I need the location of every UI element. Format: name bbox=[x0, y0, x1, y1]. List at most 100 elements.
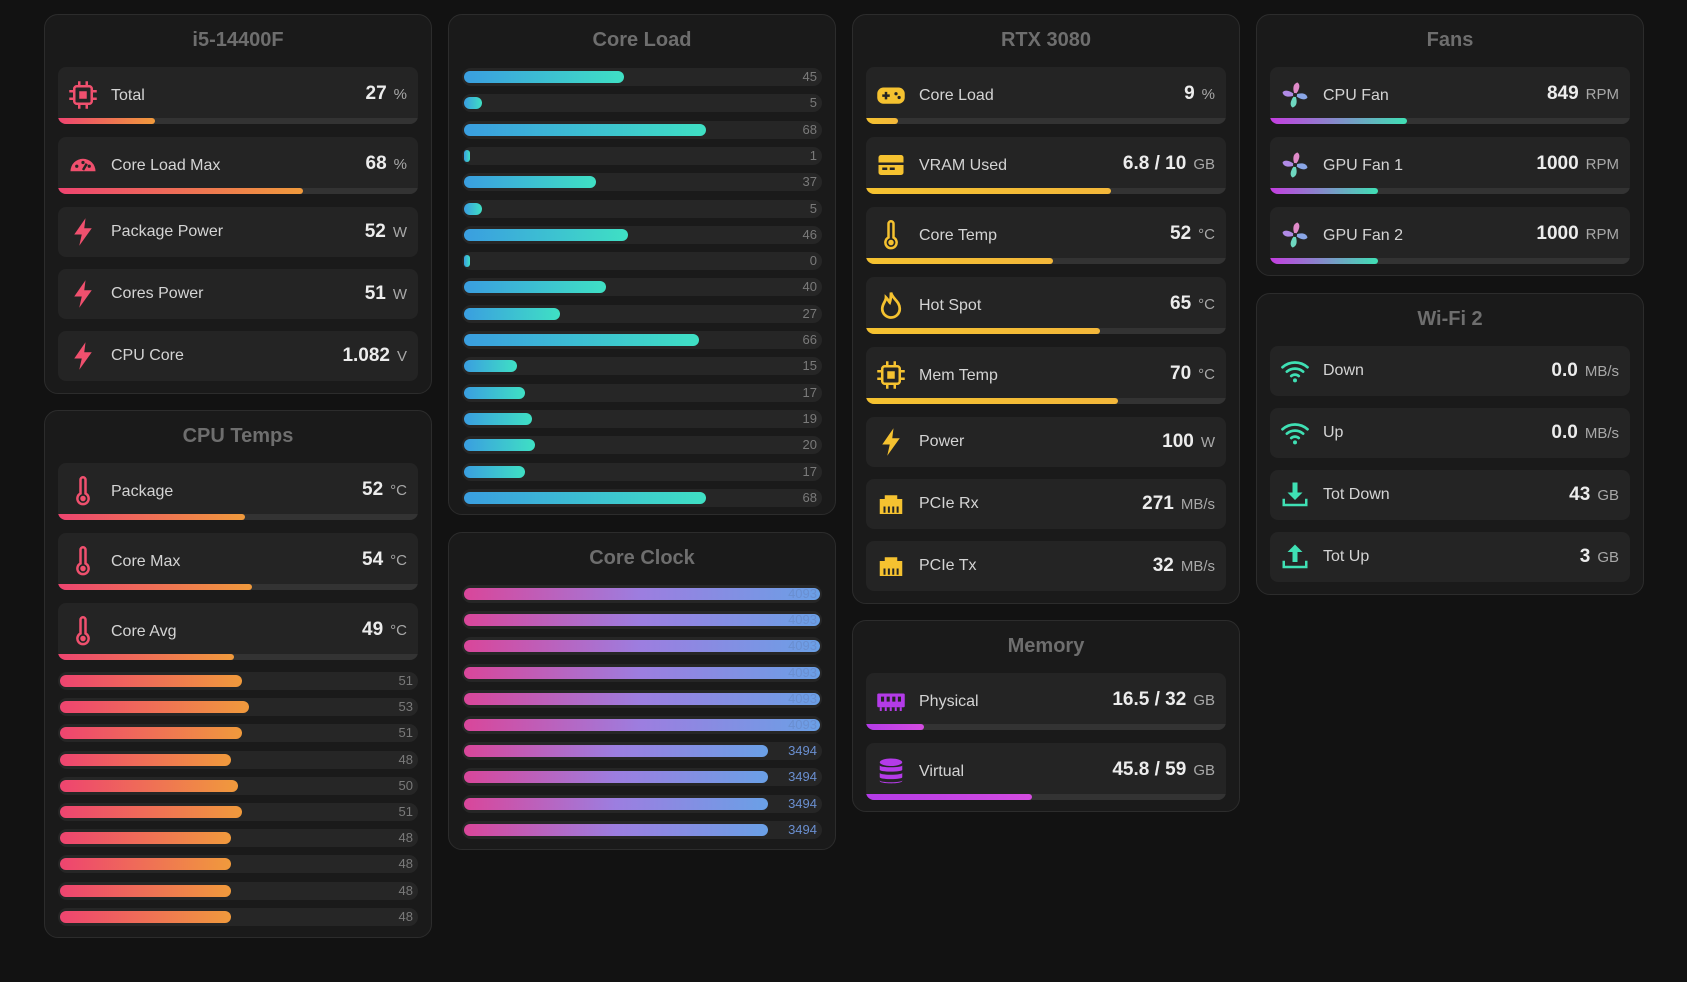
mini-bar: 3494 bbox=[462, 794, 822, 813]
progress-bar bbox=[866, 188, 1226, 194]
row-label: GPU Fan 2 bbox=[1323, 227, 1404, 244]
mini-bar-value: 68 bbox=[802, 121, 817, 137]
progress-bar bbox=[58, 654, 418, 660]
cpu-panel: i5-14400F Total 27% Core Load Max 68% Pa… bbox=[44, 14, 432, 394]
progress-bar bbox=[1270, 188, 1630, 194]
row-value: 52 W bbox=[364, 221, 407, 242]
download-icon bbox=[1282, 482, 1308, 507]
cpu-package-temp-row: Package 52 °C bbox=[58, 463, 418, 520]
memory-physical-row: Physical 16.5 / 32 GB bbox=[866, 673, 1226, 730]
mini-bar-value: 0 bbox=[809, 253, 817, 269]
bolt-icon bbox=[882, 428, 900, 456]
mini-bar-value: 51 bbox=[398, 725, 413, 741]
row-value: 1.082 V bbox=[342, 345, 407, 366]
mini-bar: 37 bbox=[462, 173, 822, 192]
row-value: 27% bbox=[365, 83, 407, 104]
row-value: 52 °C bbox=[362, 479, 407, 500]
row-label: Up bbox=[1323, 424, 1344, 441]
mini-bar: 46 bbox=[462, 225, 822, 244]
mini-bar-value: 50 bbox=[398, 777, 413, 793]
row-value: 1000 RPM bbox=[1536, 223, 1619, 244]
mini-bar-fill bbox=[464, 176, 596, 189]
mini-bar-fill bbox=[464, 614, 820, 627]
mini-bar-fill bbox=[464, 588, 820, 600]
mini-bar-value: 27 bbox=[802, 305, 817, 321]
mini-bar-value: 4093 bbox=[788, 586, 817, 601]
mini-bar-value: 4093 bbox=[788, 638, 817, 654]
mini-bar-value: 4093 bbox=[788, 717, 817, 732]
row-value: 1000 RPM bbox=[1536, 153, 1619, 174]
mini-bar-fill bbox=[464, 491, 706, 504]
row-label: PCIe Rx bbox=[919, 495, 979, 512]
row-label: PCIe Tx bbox=[919, 557, 977, 574]
progress-bar bbox=[58, 118, 418, 124]
row-label: Physical bbox=[919, 693, 979, 710]
mini-bar-value: 5 bbox=[809, 200, 817, 216]
mini-bar: 40 bbox=[462, 278, 822, 297]
mini-bar-value: 53 bbox=[398, 699, 413, 715]
gamepad-icon bbox=[877, 87, 905, 104]
mini-bar: 53 bbox=[58, 698, 418, 717]
mini-bar-fill bbox=[60, 806, 242, 818]
mini-bar-fill bbox=[464, 386, 525, 399]
mini-bar-value: 66 bbox=[802, 332, 817, 347]
mini-bar: 48 bbox=[58, 881, 418, 900]
chip-icon bbox=[877, 361, 905, 389]
mini-bar-fill bbox=[464, 123, 706, 136]
wifi-down-row: Down 0.0 MB/s bbox=[1270, 346, 1630, 396]
row-value: 0.0 MB/s bbox=[1551, 422, 1619, 443]
mini-bar-fill bbox=[464, 97, 482, 110]
fan-icon bbox=[1282, 222, 1308, 248]
mini-bar-fill bbox=[464, 692, 820, 705]
mini-bar: 4093 bbox=[462, 637, 822, 656]
row-label: Hot Spot bbox=[919, 297, 982, 314]
mini-bar-value: 48 bbox=[398, 908, 413, 924]
mini-bar: 17 bbox=[462, 462, 822, 481]
mini-bar-value: 37 bbox=[802, 174, 817, 190]
row-label: Core Temp bbox=[919, 227, 997, 244]
row-value: 100 W bbox=[1162, 431, 1215, 452]
gpu-pcie-tx-row: PCIe Tx 32 MB/s bbox=[866, 541, 1226, 591]
database-icon bbox=[879, 758, 903, 784]
panel-title: Wi-Fi 2 bbox=[1417, 308, 1483, 330]
row-label: GPU Fan 1 bbox=[1323, 157, 1404, 174]
cpu-core-load-max-row: Core Load Max 68% bbox=[58, 137, 418, 194]
mini-bar-fill bbox=[464, 745, 768, 758]
row-label: Tot Down bbox=[1323, 486, 1390, 503]
mini-bar: 5 bbox=[462, 94, 822, 113]
mini-bar-value: 48 bbox=[398, 882, 413, 898]
mini-bar-fill bbox=[464, 719, 820, 731]
row-label: Core Max bbox=[111, 553, 181, 570]
mini-bar-fill bbox=[464, 281, 606, 294]
progress-bar bbox=[866, 398, 1226, 404]
panel-title: CPU Temps bbox=[182, 425, 294, 447]
gpu-power-row: Power 100 W bbox=[866, 417, 1226, 467]
row-value: 3 GB bbox=[1579, 546, 1619, 567]
mini-bar-value: 19 bbox=[802, 410, 817, 426]
wifi-total-up-row: Tot Up 3 GB bbox=[1270, 532, 1630, 582]
row-value: 70 °C bbox=[1170, 363, 1215, 384]
ethernet-port-icon bbox=[879, 557, 903, 576]
mini-bar-fill bbox=[60, 858, 231, 871]
bolt-icon bbox=[74, 342, 92, 370]
mini-bar: 48 bbox=[58, 829, 418, 848]
mini-bar: 3494 bbox=[462, 742, 822, 761]
ram-icon bbox=[877, 693, 905, 711]
progress-bar bbox=[866, 258, 1226, 264]
mini-bar-value: 46 bbox=[802, 226, 817, 242]
mini-bar-value: 40 bbox=[802, 279, 817, 295]
thermometer-icon bbox=[76, 476, 90, 506]
row-value: 68% bbox=[365, 153, 407, 174]
mini-bar-value: 4093 bbox=[788, 690, 817, 706]
mini-bar: 51 bbox=[58, 724, 418, 743]
panel-title: Core Clock bbox=[589, 547, 695, 569]
row-label: Power bbox=[919, 433, 965, 450]
thermometer-icon bbox=[884, 220, 898, 250]
bolt-icon bbox=[74, 218, 92, 246]
progress-bar bbox=[58, 584, 418, 590]
progress-bar bbox=[866, 328, 1226, 334]
row-value: 849 RPM bbox=[1546, 83, 1619, 104]
row-label: CPU Fan bbox=[1323, 87, 1389, 104]
wifi-icon bbox=[1281, 423, 1309, 445]
mini-bar: 48 bbox=[58, 855, 418, 874]
